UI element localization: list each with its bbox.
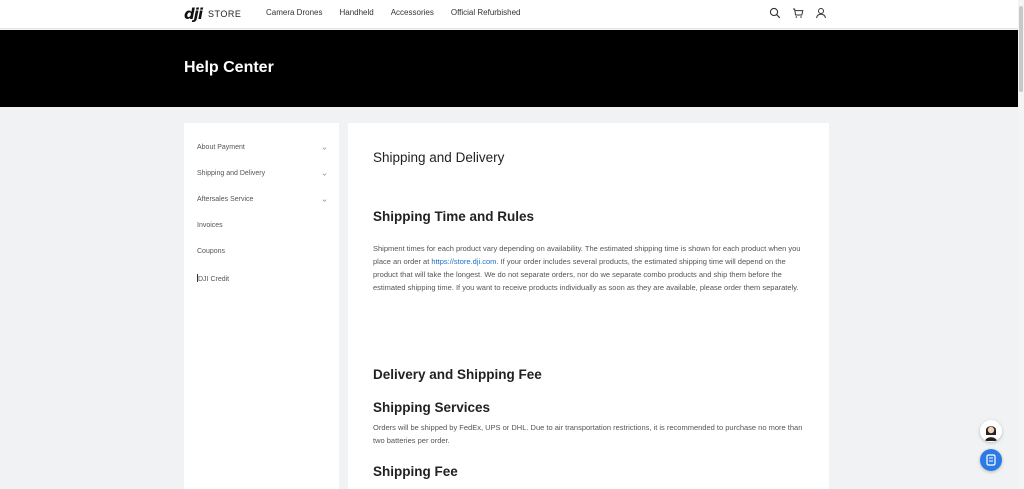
store-label: STORE bbox=[208, 9, 242, 19]
hero-banner: Help Center bbox=[0, 30, 1018, 107]
support-agent-avatar-button[interactable] bbox=[980, 420, 1002, 442]
chat-icon bbox=[986, 454, 996, 466]
page-scrollbar[interactable] bbox=[1018, 0, 1024, 489]
chat-button[interactable] bbox=[980, 449, 1002, 471]
sidebar-item-label: Aftersales Service bbox=[197, 196, 254, 203]
sidebar-item-label: Coupons bbox=[197, 248, 226, 255]
store-link[interactable]: https://store.dji.com bbox=[431, 257, 496, 266]
dji-logo-mark: dji bbox=[184, 5, 203, 23]
sidebar-item-dji-credit[interactable]: DJI Credit bbox=[197, 274, 327, 288]
sidebar-item-invoices[interactable]: Invoices bbox=[197, 222, 327, 236]
sidebar-item-label: DJI Credit bbox=[198, 276, 230, 283]
cart-icon[interactable] bbox=[792, 7, 804, 19]
nav-camera-drones[interactable]: Camera Drones bbox=[266, 8, 322, 17]
nav-icon-group bbox=[769, 7, 827, 19]
user-icon[interactable] bbox=[815, 7, 827, 19]
sidebar-item-shipping-delivery[interactable]: Shipping and Delivery bbox=[197, 170, 327, 184]
chevron-down-icon bbox=[322, 173, 327, 176]
article-title: Shipping and Delivery bbox=[373, 150, 505, 165]
main-nav: Camera Drones Handheld Accessories Offic… bbox=[266, 8, 521, 17]
page-title: Help Center bbox=[184, 59, 274, 76]
section-heading-shipping-services: Shipping Services bbox=[373, 400, 491, 415]
sidebar-item-about-payment[interactable]: About Payment bbox=[197, 144, 327, 158]
section-text-shipping-services: Orders will be shipped by FedEx, UPS or … bbox=[373, 423, 803, 445]
chevron-down-icon bbox=[322, 147, 327, 150]
section-heading-shipping-time: Shipping Time and Rules bbox=[373, 209, 535, 224]
scrollbar-thumb[interactable] bbox=[1019, 6, 1023, 92]
sidebar-item-label: About Payment bbox=[197, 144, 245, 151]
help-sidebar: About Payment Shipping and Delivery Afte… bbox=[184, 123, 339, 489]
support-agent-icon bbox=[980, 420, 1002, 442]
section-heading-shipping-fee: Shipping Fee bbox=[373, 464, 458, 479]
dji-store-logo[interactable]: dji STORE bbox=[184, 5, 241, 23]
sidebar-item-aftersales-service[interactable]: Aftersales Service bbox=[197, 196, 327, 210]
chevron-down-icon bbox=[322, 199, 327, 202]
sidebar-item-label: Invoices bbox=[197, 222, 223, 229]
search-icon[interactable] bbox=[769, 7, 781, 19]
section-heading-delivery-fee: Delivery and Shipping Fee bbox=[373, 367, 542, 382]
sidebar-item-coupons[interactable]: Coupons bbox=[197, 248, 327, 262]
top-navigation: dji STORE Camera Drones Handheld Accesso… bbox=[0, 0, 1018, 29]
help-article: Shipping and Delivery Shipping Time and … bbox=[348, 123, 829, 489]
nav-accessories[interactable]: Accessories bbox=[391, 8, 434, 17]
sidebar-item-label: Shipping and Delivery bbox=[197, 170, 266, 177]
nav-official-refurbished[interactable]: Official Refurbished bbox=[451, 8, 521, 17]
section-text-shipping-time: Shipment times for each product vary dep… bbox=[373, 242, 803, 294]
nav-handheld[interactable]: Handheld bbox=[339, 8, 373, 17]
